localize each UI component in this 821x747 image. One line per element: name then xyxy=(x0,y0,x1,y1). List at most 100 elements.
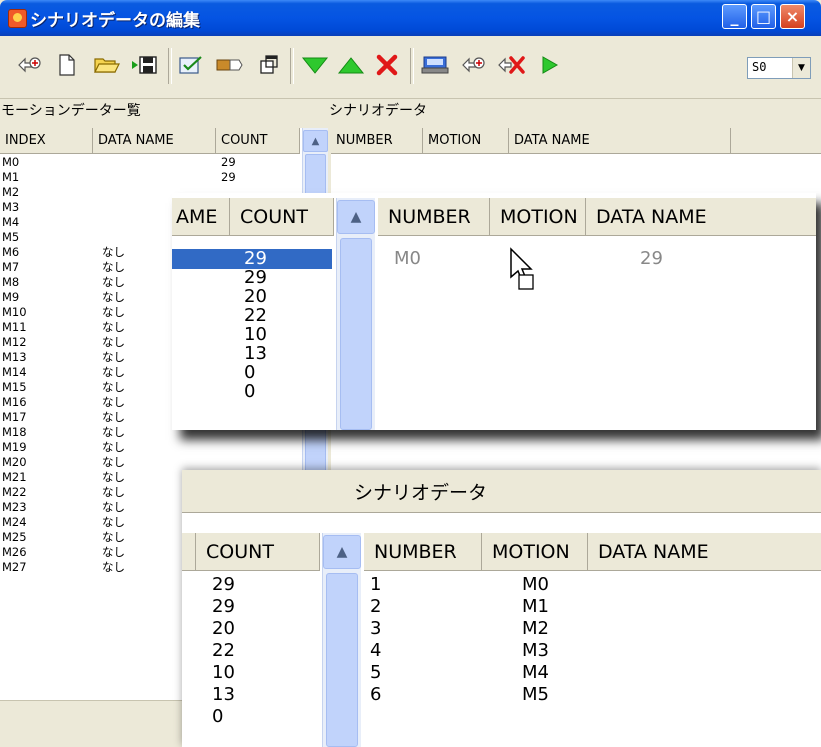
row-data-name: なし xyxy=(102,425,125,439)
column-header-count: COUNT xyxy=(196,533,320,571)
write-robot-button[interactable] xyxy=(420,50,450,80)
table-row[interactable]: M0 29 xyxy=(0,155,300,170)
edit-check-button[interactable] xyxy=(176,50,206,80)
zoom-callout-selected-row: AME COUNT ▲ NUMBER MOTION DATA NAME 29 29… xyxy=(172,193,816,430)
motion-link-button-2[interactable] xyxy=(458,50,488,80)
row-index: M6 xyxy=(2,245,20,259)
minimize-icon: _ xyxy=(730,7,739,26)
row-data-name: なし xyxy=(102,275,125,289)
row-index: M17 xyxy=(2,410,27,424)
table-row: 4 M3 xyxy=(364,640,804,662)
row-count: 0 xyxy=(212,706,224,727)
close-button[interactable]: × xyxy=(780,4,805,29)
new-file-button[interactable] xyxy=(52,50,82,80)
play-button[interactable] xyxy=(534,50,564,80)
row-data-name: なし xyxy=(102,455,125,469)
row-data-name: なし xyxy=(102,260,125,274)
row-index: M16 xyxy=(2,395,27,409)
column-header-number: NUMBER xyxy=(364,533,482,571)
row-data-name: なし xyxy=(102,380,125,394)
toolbar: S0 ▼ xyxy=(0,38,821,99)
scroll-up-icon[interactable]: ▲ xyxy=(303,130,328,152)
minimize-button[interactable]: _ xyxy=(722,4,747,29)
row-motion: M4 xyxy=(522,662,549,683)
move-down-icon xyxy=(301,57,329,74)
table-row[interactable]: M1 29 xyxy=(0,170,300,185)
row-index: M2 xyxy=(2,185,20,199)
row-data-name: なし xyxy=(102,560,125,574)
row-index: M25 xyxy=(2,530,27,544)
save-button[interactable] xyxy=(130,50,160,80)
table-row: 2 M1 xyxy=(364,596,804,618)
scrollbar-thumb xyxy=(326,573,358,747)
drag-cursor-icon xyxy=(510,247,534,290)
row-data-name: なし xyxy=(102,500,125,514)
row-index: M15 xyxy=(2,380,27,394)
row-index: M23 xyxy=(2,500,27,514)
table-row[interactable]: M20 なし xyxy=(0,455,300,470)
maximize-button[interactable]: □ xyxy=(751,4,776,29)
column-header-motion: MOTION xyxy=(482,533,588,571)
slot-select-value: S0 xyxy=(752,60,767,74)
column-header-number: NUMBER xyxy=(378,198,490,236)
column-header-count: COUNT xyxy=(230,198,334,236)
row-count: 20 xyxy=(212,618,235,639)
title-bar[interactable]: シナリオデータの編集 _ □ × xyxy=(0,0,821,36)
row-count: 29 xyxy=(212,574,235,595)
column-header-filler xyxy=(731,128,821,154)
slot-select[interactable]: S0 ▼ xyxy=(747,57,811,79)
column-header-data-name[interactable]: DATA NAME xyxy=(93,128,216,154)
row-data-name: なし xyxy=(102,440,125,454)
eraser-button[interactable] xyxy=(214,50,244,80)
delete-button[interactable] xyxy=(372,50,402,80)
frame-icon xyxy=(260,55,278,74)
row-data-name: なし xyxy=(102,410,125,424)
column-header-data-name: DATA NAME xyxy=(588,533,821,571)
scenario-row-number: M0 xyxy=(394,248,421,269)
row-count: 29 xyxy=(221,170,236,184)
row-motion: M2 xyxy=(522,618,549,639)
row-index: M8 xyxy=(2,275,20,289)
move-down-button[interactable] xyxy=(300,50,330,80)
frame-button[interactable] xyxy=(254,50,284,80)
column-header-number[interactable]: NUMBER xyxy=(331,128,423,154)
row-data-name: なし xyxy=(102,395,125,409)
zoom-scrollbar: ▲ xyxy=(322,533,361,747)
row-index: M7 xyxy=(2,260,20,274)
row-motion: M3 xyxy=(522,640,549,661)
eraser-icon xyxy=(216,59,243,71)
scrollbar-thumb xyxy=(340,238,372,430)
row-count: 0 xyxy=(244,381,256,402)
motion-link-icon xyxy=(18,57,41,73)
column-header-index[interactable]: INDEX xyxy=(0,128,93,154)
open-file-button[interactable] xyxy=(92,50,122,80)
column-header-data-name[interactable]: DATA NAME xyxy=(509,128,731,154)
row-data-name: なし xyxy=(102,245,125,259)
chevron-down-icon[interactable]: ▼ xyxy=(792,58,810,78)
scenario-panel-title: シナリオデータ xyxy=(329,103,427,119)
row-index: M19 xyxy=(2,440,27,454)
table-row[interactable]: M19 なし xyxy=(0,440,300,455)
row-number: 6 xyxy=(370,684,382,705)
row-index: M4 xyxy=(2,215,20,229)
row-data-name: なし xyxy=(102,290,125,304)
column-header-motion[interactable]: MOTION xyxy=(423,128,509,154)
row-number: 1 xyxy=(370,574,382,595)
delete-icon xyxy=(376,54,398,76)
motion-link-button[interactable] xyxy=(14,50,44,80)
zoom-label-strip: シナリオデータ xyxy=(182,470,821,513)
row-data-name: なし xyxy=(102,305,125,319)
move-up-button[interactable] xyxy=(336,50,366,80)
row-index: M5 xyxy=(2,230,20,244)
row-motion: M1 xyxy=(522,596,549,617)
table-row: 3 M2 xyxy=(364,618,804,640)
zoom-callout-scenario-result: シナリオデータ COUNT ▲ NUMBER MOTION DATA NAME … xyxy=(182,470,821,747)
unlink-button[interactable] xyxy=(496,50,526,80)
scroll-up-icon: ▲ xyxy=(337,200,375,234)
row-index: M11 xyxy=(2,320,27,334)
column-header-count[interactable]: COUNT xyxy=(216,128,300,154)
row-data-name: なし xyxy=(102,350,125,364)
table-row: 5 M4 xyxy=(364,662,804,684)
row-number: 4 xyxy=(370,640,382,661)
row-data-name: なし xyxy=(102,470,125,484)
